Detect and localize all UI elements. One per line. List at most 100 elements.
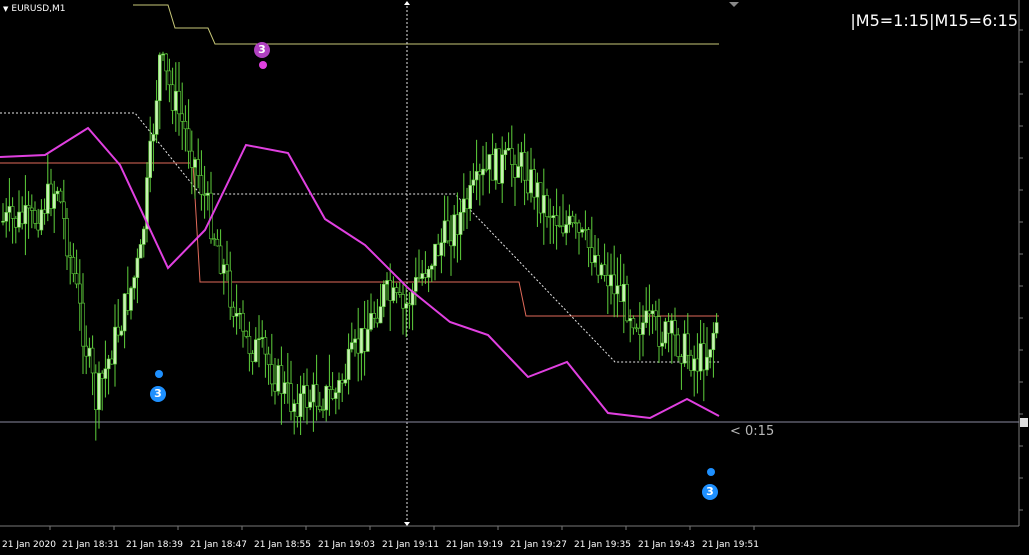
candle-bull [298, 393, 303, 417]
candle-bear [509, 148, 514, 165]
candle-bear [61, 201, 66, 219]
scroll-marker [729, 2, 739, 7]
candle-bull [391, 287, 396, 301]
yellow-level-line [133, 4, 719, 45]
candle-bull [621, 283, 626, 302]
candle-bear [78, 283, 82, 304]
candle-bear [68, 255, 72, 258]
candle-bull [535, 182, 540, 198]
candle-bull [282, 382, 287, 394]
candle-bear [417, 277, 421, 279]
candle-bull [135, 257, 140, 278]
timeframe-timers: |M5=1:15|M15=6:15 [850, 11, 1018, 30]
candle-bear [602, 264, 607, 276]
candle-bear [218, 245, 223, 274]
candle-bull [97, 372, 101, 410]
candle-bull [381, 283, 386, 307]
candle-bull [7, 206, 12, 213]
candle-bear [388, 280, 393, 301]
candle-bear [455, 214, 460, 235]
x-axis-label: 21 Jan 18:47 [190, 540, 247, 550]
candle-bear [356, 338, 361, 354]
candle-bear [321, 409, 325, 411]
candle-bull [106, 358, 111, 370]
candle-bull [433, 243, 437, 267]
candle-bull [122, 293, 127, 332]
candle-bear [653, 310, 658, 317]
candle-bear [513, 164, 517, 178]
x-axis-label: 21 Jan 19:51 [702, 540, 759, 550]
candle-bull [516, 166, 521, 178]
candle-bull [461, 198, 466, 213]
candle-bull [17, 211, 21, 228]
x-axis-label: 21 Jan 2020 [2, 540, 56, 550]
candle-bear [263, 337, 268, 355]
candle-bear [695, 358, 700, 372]
candle-bear [289, 383, 293, 412]
candle-bear [586, 229, 591, 248]
candle-bear [36, 222, 41, 231]
candle-bull [353, 338, 357, 343]
candle-bear [484, 168, 489, 171]
candle-bull [333, 392, 338, 399]
candle-bear [679, 356, 684, 364]
candle-bear [372, 313, 377, 319]
candle-bull [404, 303, 409, 309]
candle-bear [330, 389, 335, 399]
symbol-label: ▼ EURUSD,M1 [3, 4, 66, 14]
candle-bear [33, 210, 37, 224]
candle-bull [257, 338, 261, 341]
candle-bear [557, 225, 562, 227]
candle-bear [126, 293, 130, 311]
candle-bear [20, 211, 25, 225]
signal-dot-top [259, 61, 267, 69]
candle-bear [631, 318, 636, 329]
candle-bull [301, 385, 306, 394]
candle-bear [241, 312, 245, 332]
candle-bull [705, 356, 709, 371]
price-chart[interactable] [0, 0, 1029, 555]
triangle-down-icon[interactable]: ▼ [3, 5, 8, 13]
candle-bull [276, 365, 281, 392]
candle-bear [49, 183, 53, 209]
candle-bear [545, 195, 549, 217]
candle-bear [701, 343, 706, 371]
candle-bull [343, 379, 348, 384]
candle-bear [84, 345, 88, 357]
candle-bull [52, 193, 57, 209]
candle-bear [269, 364, 274, 385]
signal-dot-low-1 [155, 370, 163, 378]
candle-bear [449, 240, 453, 247]
candle-bear [74, 273, 79, 285]
candle-bull [599, 264, 604, 276]
candle-bear [634, 327, 639, 330]
candle-bear [401, 294, 405, 309]
candle-bear [522, 152, 527, 181]
candle-bull [254, 339, 258, 362]
candle-bear [583, 229, 588, 231]
signal-dot-low-2 [707, 468, 715, 476]
crosshair-top-marker [404, 1, 410, 5]
candle-bear [340, 380, 345, 384]
candle-bull [529, 169, 533, 194]
candle-bear [570, 215, 575, 223]
candle-bull [458, 212, 463, 235]
candle-bull [644, 310, 649, 324]
candle-bear [279, 365, 284, 394]
candle-bear [657, 316, 661, 347]
x-axis-labels: 21 Jan 2020 21 Jan 18:31 21 Jan 18:39 21… [0, 540, 1029, 555]
candle-bear [295, 403, 300, 417]
candle-bear [65, 218, 69, 257]
candle-bear [170, 84, 175, 111]
candle-bear [305, 385, 309, 408]
candle-bear [465, 198, 469, 209]
candle-bull [682, 333, 687, 364]
candle-bear [26, 205, 31, 209]
candle-bear [525, 179, 530, 194]
candle-bull [154, 100, 159, 135]
candle-bear [167, 70, 172, 86]
candle-bear [596, 255, 601, 276]
candle-bear [423, 273, 428, 278]
x-axis-label: 21 Jan 18:39 [126, 540, 183, 550]
candle-bear [183, 121, 188, 130]
